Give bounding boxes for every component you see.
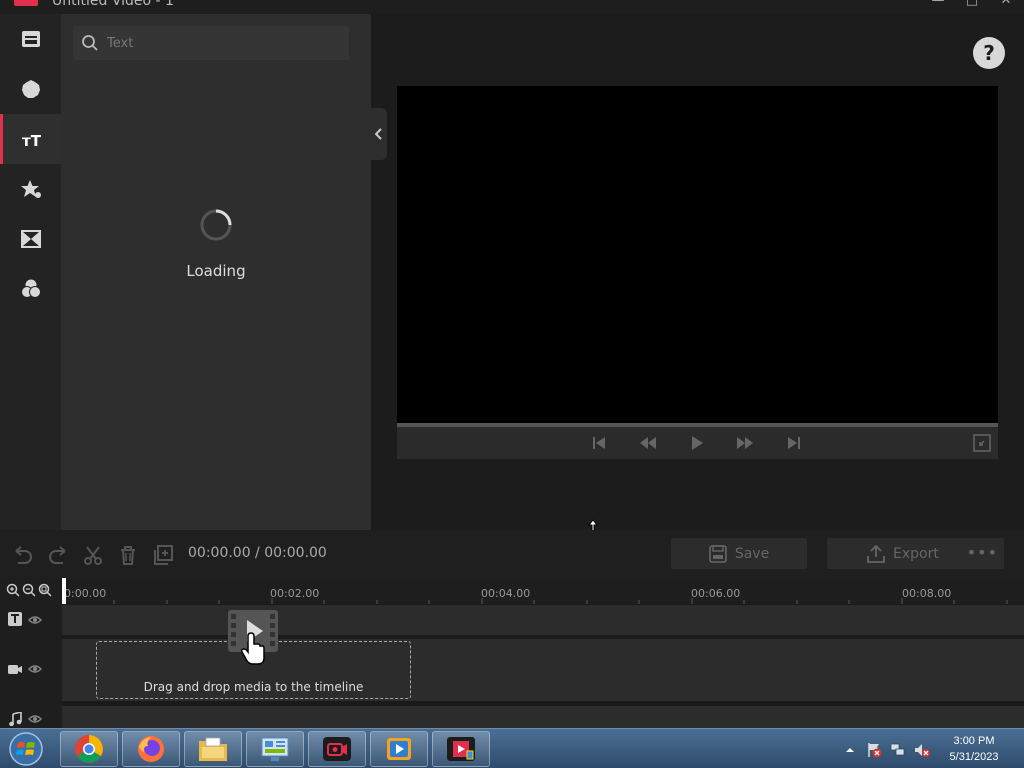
title-bar: Untitled Video - 1 — □ ✕ bbox=[0, 0, 1024, 14]
redo-icon[interactable] bbox=[47, 544, 69, 566]
timeline: 0:00.00 00:02.00 00:04.00 00:06.00 00:08… bbox=[0, 578, 1024, 728]
search-box[interactable] bbox=[73, 26, 349, 60]
play-icon[interactable] bbox=[688, 435, 706, 451]
save-button[interactable]: Save bbox=[671, 538, 807, 569]
volume-muted-icon[interactable] bbox=[914, 742, 930, 758]
eye-icon[interactable] bbox=[28, 613, 42, 627]
window-title: Untitled Video - 1 bbox=[52, 0, 174, 9]
zoom-out-icon[interactable] bbox=[22, 583, 36, 597]
taskbar-screen-recorder[interactable] bbox=[308, 731, 366, 767]
fullscreen-icon[interactable] bbox=[973, 434, 991, 452]
zoom-fit-icon[interactable] bbox=[38, 583, 52, 597]
video-editor-icon bbox=[447, 737, 475, 761]
video-track-icon bbox=[8, 665, 22, 674]
player-controls bbox=[397, 427, 998, 459]
taskbar-video-editor[interactable] bbox=[432, 731, 490, 767]
sidebar-item-text[interactable]: тT bbox=[0, 114, 61, 164]
chrome-icon bbox=[75, 735, 103, 763]
zoom-in-icon[interactable] bbox=[6, 583, 20, 597]
taskbar: 3:00 PM 5/31/2023 bbox=[0, 728, 1024, 768]
close-icon[interactable]: ✕ bbox=[998, 0, 1014, 8]
more-options-button[interactable]: ••• bbox=[967, 543, 998, 562]
taskbar-media-player[interactable] bbox=[370, 731, 428, 767]
sidebar-item-effects[interactable] bbox=[0, 64, 61, 114]
taskbar-firefox[interactable] bbox=[122, 731, 180, 767]
sidebar: тT bbox=[0, 14, 61, 530]
blob-icon bbox=[21, 80, 40, 98]
action-center-warning-icon[interactable] bbox=[866, 742, 882, 758]
ruler-label: 00:08.00 bbox=[902, 587, 952, 600]
text-track[interactable] bbox=[62, 605, 1024, 635]
track-header bbox=[0, 578, 62, 728]
start-button-icon[interactable] bbox=[6, 731, 46, 767]
app-logo bbox=[14, 0, 38, 6]
media-icon bbox=[21, 31, 40, 47]
file-explorer-icon bbox=[199, 737, 227, 761]
preview-screen bbox=[397, 86, 998, 423]
filter-icon bbox=[20, 279, 41, 298]
network-icon[interactable] bbox=[890, 742, 906, 758]
skip-to-end-icon[interactable] bbox=[785, 435, 803, 451]
audio-track-icon bbox=[9, 712, 22, 726]
save-icon bbox=[709, 544, 727, 563]
clock-time: 3:00 PM bbox=[953, 735, 995, 747]
ruler-ticks bbox=[62, 598, 1008, 604]
playhead[interactable] bbox=[62, 578, 66, 604]
maximize-icon[interactable]: □ bbox=[964, 0, 980, 8]
eye-icon[interactable] bbox=[28, 712, 42, 726]
time-ruler[interactable]: 0:00.00 00:02.00 00:04.00 00:06.00 00:08… bbox=[62, 578, 1024, 604]
show-hidden-icons-icon[interactable] bbox=[844, 742, 856, 758]
edit-toolbar: 00:00.00 / 00:00.00 Save Export ••• bbox=[0, 530, 1024, 578]
film-drag-icon bbox=[228, 610, 278, 665]
duplicate-icon[interactable] bbox=[152, 544, 174, 566]
text-track-icon bbox=[8, 612, 22, 626]
loading-label: Loading bbox=[186, 262, 246, 280]
minimize-icon[interactable]: — bbox=[930, 0, 946, 8]
cut-icon[interactable] bbox=[82, 544, 104, 566]
taskbar-explorer[interactable] bbox=[184, 731, 242, 767]
sidebar-item-media[interactable] bbox=[0, 14, 61, 64]
search-icon bbox=[82, 35, 98, 51]
taskbar-chrome[interactable] bbox=[60, 731, 118, 767]
timecode: 00:00.00 / 00:00.00 bbox=[188, 545, 327, 561]
sidebar-item-stickers[interactable] bbox=[0, 164, 61, 214]
eye-icon[interactable] bbox=[28, 662, 42, 676]
ruler-label: 00:02.00 bbox=[270, 587, 320, 600]
ruler-label: 00:04.00 bbox=[481, 587, 531, 600]
skip-to-start-icon[interactable] bbox=[590, 435, 608, 451]
system-tray bbox=[842, 731, 942, 767]
loading-spinner-icon bbox=[200, 209, 232, 241]
media-player-icon bbox=[387, 738, 411, 760]
save-label: Save bbox=[734, 545, 770, 562]
taskbar-control-panel[interactable] bbox=[246, 731, 304, 767]
collapse-panel-button[interactable] bbox=[371, 108, 387, 160]
clock-date: 5/31/2023 bbox=[949, 751, 999, 763]
fast-forward-icon[interactable] bbox=[736, 435, 754, 451]
delete-icon[interactable] bbox=[117, 544, 139, 566]
drop-hint: Drag and drop media to the timeline bbox=[143, 680, 364, 694]
rewind-icon[interactable] bbox=[639, 435, 657, 451]
text-icon: тT bbox=[22, 132, 42, 150]
export-label: Export bbox=[893, 546, 939, 562]
library-panel: Loading bbox=[61, 14, 371, 530]
sidebar-item-filters[interactable] bbox=[0, 264, 61, 314]
firefox-icon bbox=[138, 736, 164, 762]
system-clock[interactable]: 3:00 PM 5/31/2023 bbox=[942, 733, 1006, 765]
svg-text:тT: тT bbox=[22, 132, 42, 150]
sidebar-item-transitions[interactable] bbox=[0, 214, 61, 264]
export-icon bbox=[867, 545, 885, 563]
chevron-left-icon bbox=[375, 128, 382, 140]
audio-track[interactable] bbox=[62, 706, 1024, 728]
undo-icon[interactable] bbox=[12, 544, 34, 566]
transition-icon bbox=[20, 230, 41, 248]
help-button[interactable]: ? bbox=[973, 37, 1005, 69]
export-button[interactable]: Export ••• bbox=[827, 538, 1004, 569]
control-panel-icon bbox=[261, 737, 289, 761]
ruler-label: 00:06.00 bbox=[691, 587, 741, 600]
search-input[interactable] bbox=[107, 26, 343, 60]
screen-recorder-icon bbox=[323, 737, 351, 761]
star-badge-icon bbox=[20, 180, 41, 198]
ruler-label: 0:00.00 bbox=[64, 587, 107, 600]
